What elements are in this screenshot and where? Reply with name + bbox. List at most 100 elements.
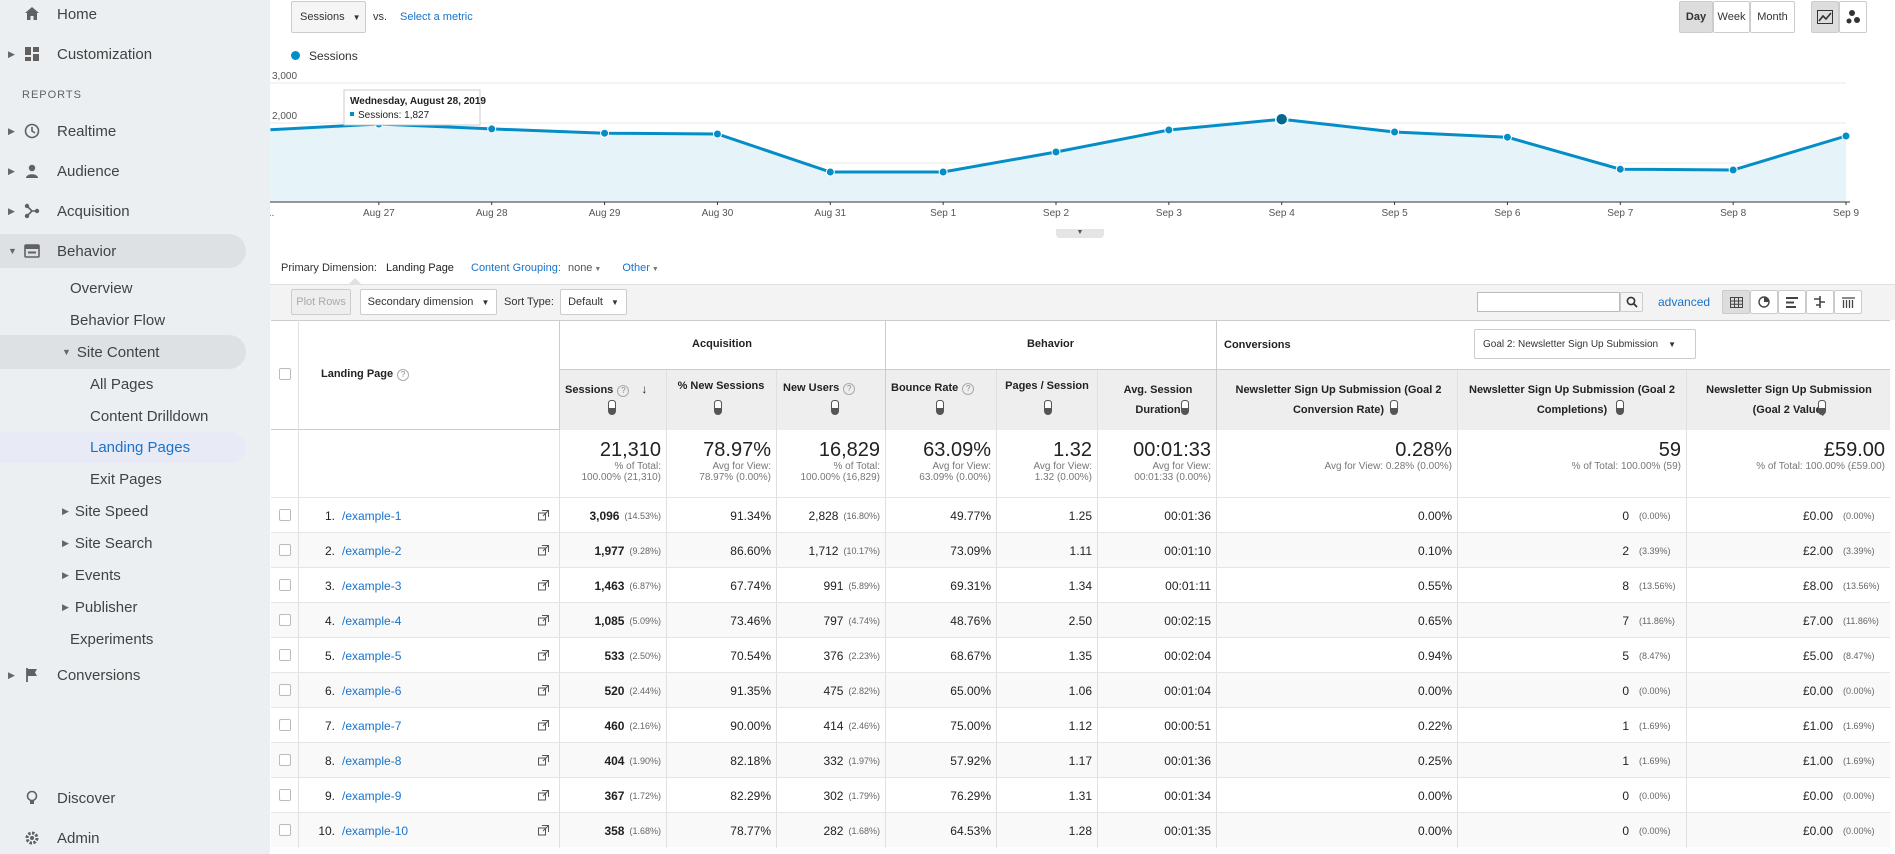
thermometer-icon[interactable] [714, 400, 722, 415]
landing-page-link[interactable]: /example-3 [342, 568, 401, 603]
chart-collapse-handle[interactable]: ▼ [1056, 229, 1104, 238]
sidebar-item-site-speed[interactable]: ▶ Site Speed [62, 496, 148, 526]
new-users-column-header[interactable]: New Users? [783, 382, 856, 395]
goal-select-dropdown[interactable]: Goal 2: Newsletter Sign Up Submission ▼ [1474, 329, 1696, 359]
pages-session-column-header[interactable]: Pages / Session [1001, 380, 1093, 392]
pie-view-button[interactable] [1750, 290, 1778, 314]
motion-chart-button[interactable] [1839, 1, 1867, 33]
sidebar-item-events[interactable]: ▶ Events [62, 560, 121, 590]
row-checkbox[interactable] [279, 824, 291, 836]
row-checkbox[interactable] [279, 614, 291, 626]
open-page-icon[interactable] [533, 498, 549, 533]
avg-session-duration-column-header[interactable]: Avg. Session Duration [1103, 380, 1213, 420]
thermometer-icon[interactable] [608, 400, 616, 415]
landing-page-link[interactable]: /example-4 [342, 603, 401, 638]
landing-page-link[interactable]: /example-6 [342, 673, 401, 708]
sort-type-dropdown[interactable]: Default ▼ [560, 289, 627, 315]
landing-page-link[interactable]: /example-10 [342, 813, 408, 848]
sidebar-item-publisher[interactable]: ▶ Publisher [62, 592, 137, 622]
advanced-filter-link[interactable]: advanced [1658, 295, 1710, 309]
landing-page-link[interactable]: /example-1 [342, 498, 401, 533]
day-button[interactable]: Day [1679, 1, 1713, 33]
table-search-input[interactable] [1477, 292, 1620, 312]
row-checkbox[interactable] [279, 719, 291, 731]
select-all-checkbox[interactable] [279, 368, 291, 380]
open-page-icon[interactable] [533, 533, 549, 568]
sessions-line-chart[interactable]: 3,0002,0001,000...Aug 27Aug 28Aug 29Aug … [270, 70, 1895, 240]
sidebar-item-experiments[interactable]: Experiments [70, 624, 153, 654]
landing-page-link[interactable]: /example-2 [342, 533, 401, 568]
goal2-conversion-rate-column-header[interactable]: Newsletter Sign Up Submission (Goal 2 Co… [1226, 380, 1451, 420]
sidebar-item-realtime[interactable]: ▶ Realtime [0, 114, 246, 148]
month-button[interactable]: Month [1750, 1, 1795, 33]
sidebar-item-behavior[interactable]: ▼ Behavior [0, 234, 246, 268]
week-button[interactable]: Week [1713, 1, 1750, 33]
thermometer-icon[interactable] [936, 400, 944, 415]
help-icon[interactable]: ? [617, 385, 630, 397]
secondary-dimension-dropdown[interactable]: Secondary dimension ▼ [360, 289, 497, 315]
row-checkbox[interactable] [279, 789, 291, 801]
sidebar-item-customization[interactable]: ▶ Customization [0, 37, 246, 71]
comparison-view-button[interactable] [1806, 290, 1834, 314]
row-checkbox[interactable] [279, 684, 291, 696]
thermometer-icon[interactable] [831, 400, 839, 415]
open-page-icon[interactable] [533, 638, 549, 673]
goal2-completions-column-header[interactable]: Newsletter Sign Up Submission (Goal 2 Co… [1463, 380, 1681, 420]
help-icon[interactable]: ? [843, 383, 856, 395]
thermometer-icon[interactable] [1616, 400, 1624, 415]
sidebar-item-home[interactable]: Home [0, 0, 246, 31]
row-checkbox[interactable] [279, 544, 291, 556]
open-page-icon[interactable] [533, 778, 549, 813]
row-checkbox[interactable] [279, 509, 291, 521]
sidebar-item-conversions[interactable]: ▶ Conversions [0, 658, 246, 692]
plot-rows-button[interactable]: Plot Rows [291, 289, 351, 315]
sidebar-item-landing-pages[interactable]: Landing Pages [90, 432, 190, 462]
content-grouping-link[interactable]: Content Grouping: [471, 262, 561, 274]
landing-page-link[interactable]: /example-8 [342, 743, 401, 778]
sidebar-item-behavior-flow[interactable]: Behavior Flow [70, 305, 165, 335]
thermometer-icon[interactable] [1390, 400, 1398, 415]
sidebar-item-site-content[interactable]: ▼ Site Content [62, 337, 159, 367]
landing-page-dimension[interactable]: Landing Page [386, 262, 454, 274]
performance-view-button[interactable] [1778, 290, 1806, 314]
row-checkbox[interactable] [279, 754, 291, 766]
open-page-icon[interactable] [533, 603, 549, 638]
help-icon[interactable]: ? [397, 369, 410, 381]
table-view-button[interactable] [1722, 290, 1750, 314]
landing-page-link[interactable]: /example-9 [342, 778, 401, 813]
bounce-rate-column-header[interactable]: Bounce Rate? [891, 382, 975, 395]
sidebar-item-exit-pages[interactable]: Exit Pages [90, 464, 162, 494]
sort-desc-icon[interactable]: ↓ [641, 382, 647, 396]
open-page-icon[interactable] [533, 708, 549, 743]
sidebar-item-acquisition[interactable]: ▶ Acquisition [0, 194, 246, 228]
sidebar-item-overview[interactable]: Overview [70, 273, 133, 303]
sidebar-item-admin[interactable]: Admin [0, 821, 246, 854]
thermometer-icon[interactable] [1044, 400, 1052, 415]
sessions-column-header[interactable]: Sessions? ↓ [565, 382, 647, 397]
content-grouping-value[interactable]: none [568, 262, 592, 274]
landing-page-link[interactable]: /example-5 [342, 638, 401, 673]
sidebar-item-site-search[interactable]: ▶ Site Search [62, 528, 152, 558]
sidebar-item-discover[interactable]: Discover [0, 781, 246, 815]
help-icon[interactable]: ? [962, 383, 975, 395]
landing-page-link[interactable]: /example-7 [342, 708, 401, 743]
open-page-icon[interactable] [533, 743, 549, 778]
goal2-value-column-header[interactable]: Newsletter Sign Up Submission (Goal 2 Va… [1691, 380, 1887, 420]
row-checkbox[interactable] [279, 649, 291, 661]
metric-dropdown[interactable]: Sessions ▼ [291, 1, 366, 33]
open-page-icon[interactable] [533, 813, 549, 848]
select-metric-link[interactable]: Select a metric [400, 11, 473, 23]
thermometer-icon[interactable] [1818, 400, 1826, 415]
new-sessions-column-header[interactable]: % New Sessions [671, 380, 771, 392]
landing-page-column-header[interactable]: Landing Page? [321, 368, 410, 381]
thermometer-icon[interactable] [1181, 400, 1189, 415]
pivot-view-button[interactable] [1834, 290, 1862, 314]
other-dimension-link[interactable]: Other [622, 262, 650, 274]
open-page-icon[interactable] [533, 673, 549, 708]
sidebar-item-content-drilldown[interactable]: Content Drilldown [90, 401, 208, 431]
row-checkbox[interactable] [279, 579, 291, 591]
sidebar-item-audience[interactable]: ▶ Audience [0, 154, 246, 188]
table-search-button[interactable] [1620, 292, 1643, 312]
sidebar-item-all-pages[interactable]: All Pages [90, 369, 153, 399]
line-chart-button[interactable] [1811, 1, 1839, 33]
